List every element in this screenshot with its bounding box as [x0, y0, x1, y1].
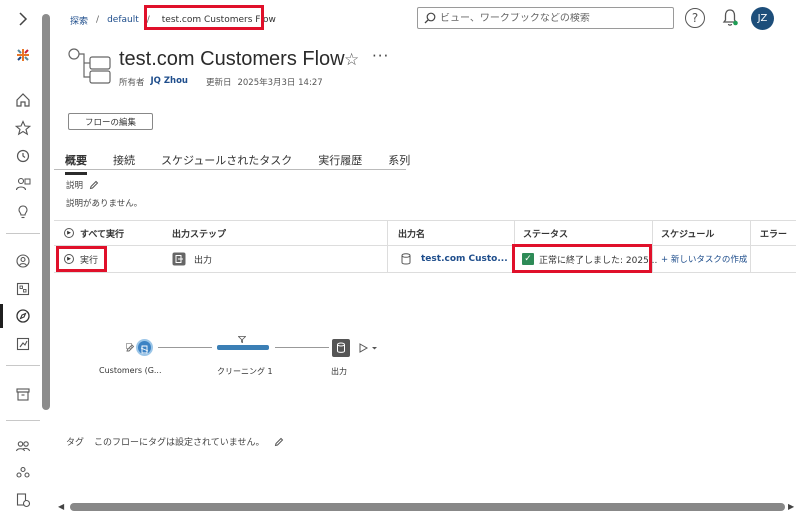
edit-pencil-icon[interactable]: [89, 180, 99, 190]
input-node[interactable]: [136, 339, 153, 356]
owner-label: 所有者: [119, 78, 145, 88]
breadcrumb-explore[interactable]: 探索: [70, 14, 88, 27]
expand-chevron-icon[interactable]: [12, 8, 34, 30]
left-rail: [0, 0, 53, 513]
highlight-box-status: [512, 244, 652, 273]
app-root: 探索 / default / test.com Customers Flow ?…: [0, 0, 796, 513]
scroll-right-arrow-icon[interactable]: ▶: [788, 502, 794, 511]
rail-active-indicator: [0, 304, 3, 328]
tags-section: タグ このフローにタグは設定されていません。: [66, 435, 284, 448]
input-node-icon: [140, 345, 149, 354]
help-icon[interactable]: ?: [685, 8, 705, 28]
search-box[interactable]: [417, 7, 674, 29]
recommendations-lightbulb-icon[interactable]: [12, 201, 34, 223]
tags-label: タグ: [66, 438, 85, 448]
output-step-header[interactable]: 出力ステップ: [172, 221, 226, 245]
schedule-header[interactable]: スケジュール: [661, 221, 714, 245]
rail-divider: [6, 365, 40, 366]
output-name-cell[interactable]: test.com Custo...: [401, 246, 508, 272]
output-node-icon: [337, 342, 345, 353]
flow-metadata: 所有者 JQ Zhou 更新日 2025年3月3日 14:27: [119, 76, 323, 88]
description-label: 説明: [66, 181, 84, 191]
personal-space-icon[interactable]: [12, 250, 34, 272]
run-all-label[interactable]: すべて実行: [80, 227, 124, 240]
output-node[interactable]: [332, 339, 350, 357]
datasource-cylinder-icon: [401, 253, 411, 265]
output-step-label: 出力: [194, 255, 213, 266]
description-text: 説明がありません。: [66, 199, 143, 209]
schedule-cell[interactable]: + 新しいタスクの作成: [661, 246, 747, 272]
run-output-play-icon[interactable]: [359, 343, 379, 353]
highlight-box-run: [56, 246, 107, 272]
search-input[interactable]: [440, 12, 660, 24]
horizontal-scrollbar[interactable]: [70, 503, 785, 511]
scroll-left-arrow-icon[interactable]: ◀: [58, 502, 64, 511]
table-header: ▶ すべて実行 出力ステップ 出力名 ステータス スケジュール エラー: [54, 220, 796, 246]
page-title: test.com Customers Flow: [119, 48, 345, 70]
shared-with-me-icon[interactable]: [12, 173, 34, 195]
tab-lineage[interactable]: 系列: [388, 152, 410, 175]
error-header[interactable]: エラー: [760, 221, 787, 245]
create-task-link[interactable]: + 新しいタスクの作成: [661, 253, 747, 265]
updated-value: 2025年3月3日 14:27: [237, 78, 323, 88]
explore-compass-icon[interactable]: [12, 305, 34, 327]
more-actions-icon[interactable]: ···: [372, 47, 389, 65]
edit-tags-pencil-icon[interactable]: [274, 437, 284, 447]
flow-connector: [158, 347, 212, 348]
tableau-logo-icon[interactable]: [12, 44, 34, 66]
tags-text: このフローにタグは設定されていません。: [94, 438, 265, 448]
updated-label: 更新日: [205, 78, 232, 88]
favorite-star-icon[interactable]: ☆: [344, 50, 359, 70]
clean-node-label: クリーニング 1: [217, 367, 273, 376]
description-heading: 説明: [66, 179, 99, 191]
highlight-box-breadcrumb: [144, 5, 264, 30]
output-step-cell: 出力: [172, 246, 212, 272]
groups-icon[interactable]: [12, 462, 34, 484]
output-name-link[interactable]: test.com Custo...: [421, 254, 508, 264]
home-icon[interactable]: [12, 89, 34, 111]
rail-scrollbar[interactable]: [42, 14, 50, 410]
output-node-label: 出力: [331, 367, 347, 376]
input-edit-icon: [126, 343, 135, 352]
tab-connections[interactable]: 接続: [113, 152, 135, 175]
edit-flow-button[interactable]: フローの編集: [68, 113, 153, 130]
search-icon: [424, 12, 436, 24]
rail-divider: [6, 233, 40, 234]
owner-name-link[interactable]: JQ Zhou: [151, 76, 188, 88]
notifications-bell-icon[interactable]: [720, 7, 740, 29]
collections-icon[interactable]: [12, 278, 34, 300]
schedules-icon[interactable]: [12, 489, 34, 511]
tab-overview[interactable]: 概要: [65, 152, 87, 175]
favorites-star-icon[interactable]: [12, 117, 34, 139]
run-play-icon: ▶: [64, 228, 74, 238]
tab-scheduled-tasks[interactable]: スケジュールされたタスク: [161, 152, 292, 175]
meta-spacer: [194, 76, 200, 88]
output-step-icon: [172, 252, 186, 266]
user-avatar[interactable]: JZ: [751, 7, 774, 30]
recents-icon[interactable]: [12, 145, 34, 167]
users-icon[interactable]: [12, 435, 34, 457]
table-row: ▶ 実行 出力 test.com Custo... ✓ 正常に終了しました: 2…: [54, 246, 796, 273]
tab-run-history[interactable]: 実行履歴: [318, 152, 362, 175]
external-assets-icon[interactable]: [12, 333, 34, 355]
run-all-header[interactable]: ▶ すべて実行: [64, 221, 124, 245]
output-name-header[interactable]: 出力名: [398, 221, 425, 245]
rail-divider: [6, 420, 40, 421]
breadcrumb-separator: /: [96, 15, 100, 25]
clean-step-node[interactable]: [217, 345, 269, 350]
status-header[interactable]: ステータス: [523, 221, 568, 245]
flow-connector: [275, 347, 329, 348]
clean-step-filter-icon: [238, 336, 246, 343]
tab-bar: 概要 接続 スケジュールされたタスク 実行履歴 系列: [65, 152, 436, 175]
archive-box-icon[interactable]: [12, 383, 34, 405]
breadcrumb-project[interactable]: default: [107, 15, 139, 25]
flow-type-icon: [66, 47, 112, 87]
input-node-label: Customers (G...: [99, 366, 162, 375]
tabs-underline: [54, 169, 406, 170]
